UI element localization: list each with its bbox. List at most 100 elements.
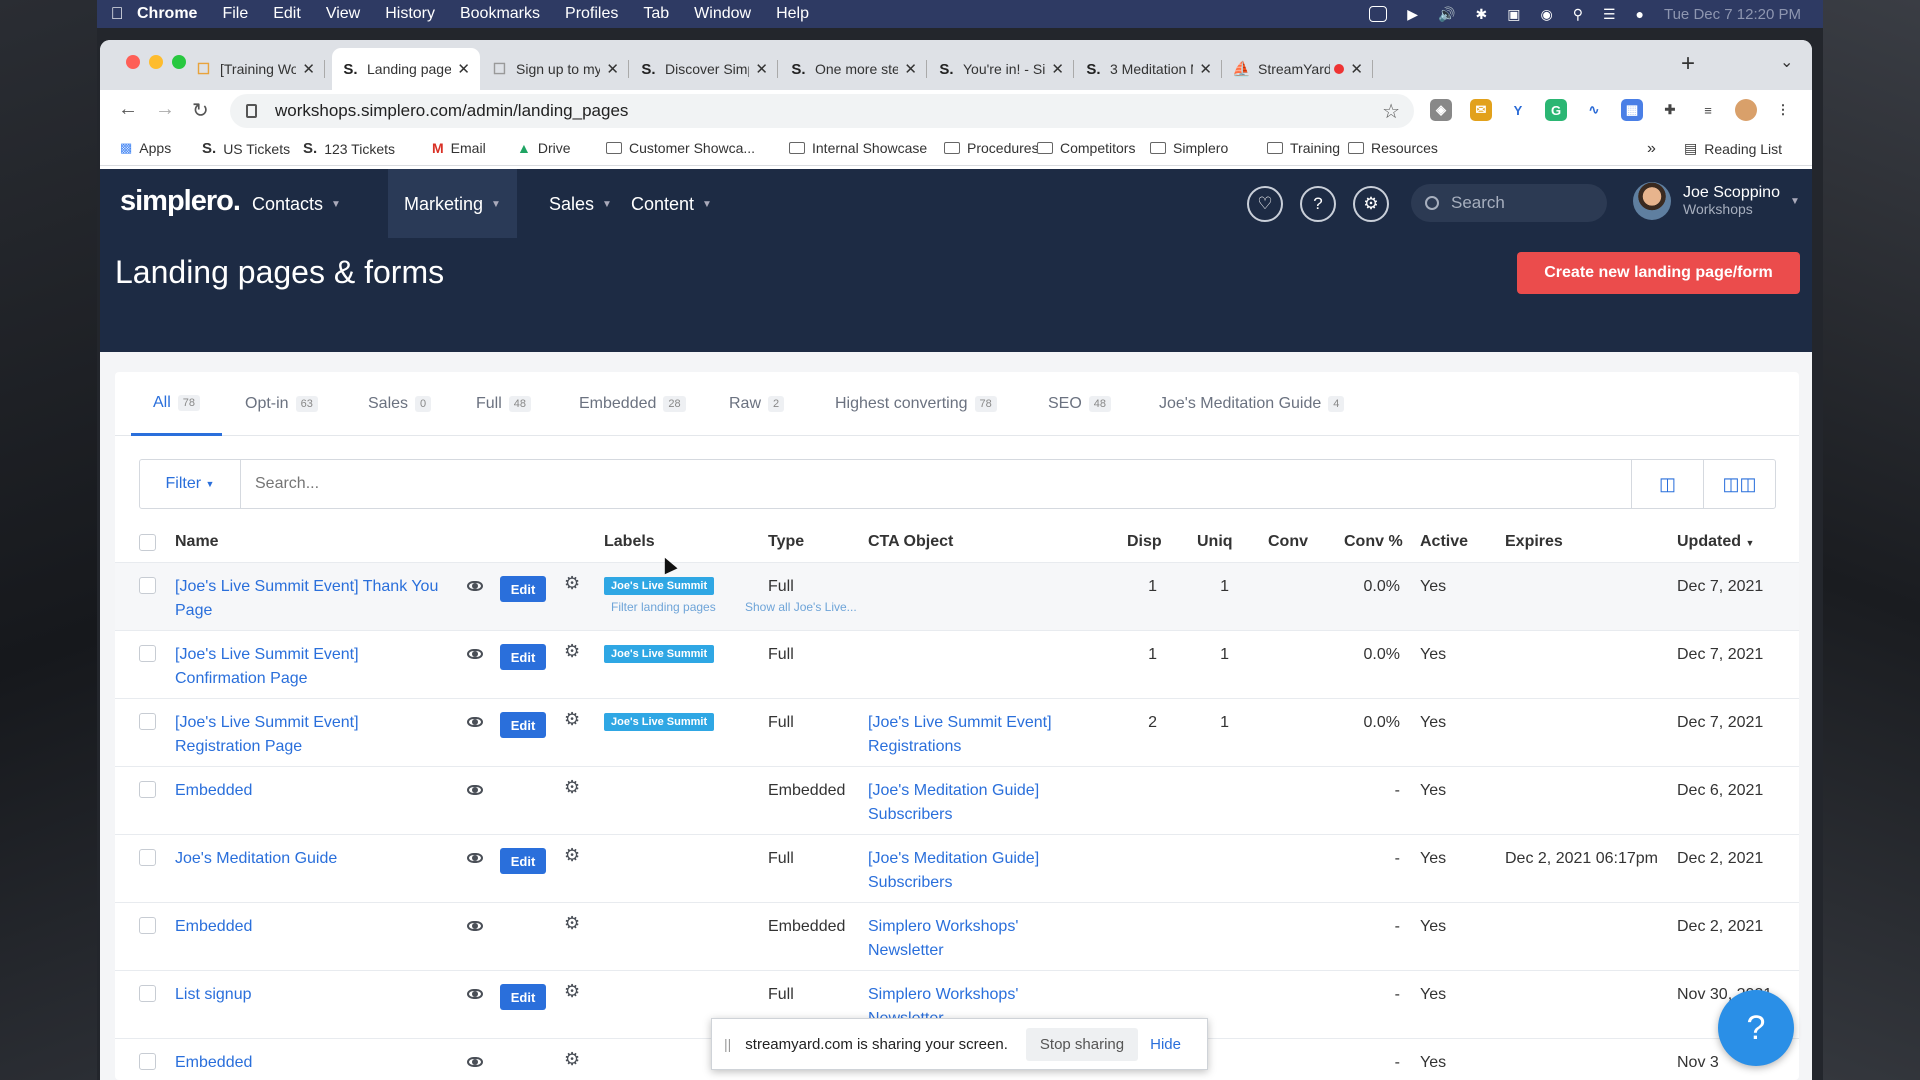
- table-row[interactable]: [Joe's Live Summit Event] Registration Pa…: [115, 698, 1799, 766]
- filter-tab[interactable]: Embedded 28: [579, 372, 686, 436]
- preview-eye-icon[interactable]: [467, 921, 483, 931]
- preview-eye-icon[interactable]: [467, 989, 483, 999]
- filter-tab[interactable]: All 78: [131, 372, 223, 436]
- close-tab-icon[interactable]: ✕: [302, 60, 315, 78]
- row-name-link[interactable]: Joe's Meditation Guide: [175, 847, 445, 871]
- row-cta-object-link[interactable]: [Joe's Meditation Guide] Subscribers: [868, 779, 1039, 827]
- extensions-puzzle-icon[interactable]: ✚: [1659, 99, 1681, 121]
- edit-button[interactable]: Edit: [500, 712, 546, 738]
- filter-tab[interactable]: Raw 2: [729, 372, 785, 436]
- menu-tab[interactable]: Tab: [643, 5, 669, 23]
- bookmark-item[interactable]: S. US Tickets: [202, 140, 290, 157]
- bookmark-item[interactable]: Training: [1267, 140, 1340, 156]
- bookmark-item[interactable]: Simplero: [1150, 140, 1228, 156]
- forward-icon[interactable]: →: [155, 98, 175, 121]
- row-cta-object-link[interactable]: [Joe's Live Summit Event] Registrations: [868, 711, 1052, 759]
- bookmark-item[interactable]: ▩ Apps: [120, 140, 171, 156]
- preview-eye-icon[interactable]: [467, 785, 483, 795]
- filter-tab[interactable]: Sales 0: [368, 372, 432, 436]
- browser-tab[interactable]: ☐ Sign up to my e ✕: [481, 48, 629, 90]
- row-checkbox[interactable]: [139, 713, 156, 730]
- row-name-link[interactable]: List signup: [175, 983, 445, 1007]
- battery-icon[interactable]: ▣: [1507, 6, 1520, 23]
- media-control-icon[interactable]: ≡: [1697, 99, 1719, 121]
- close-tab-icon[interactable]: ✕: [904, 60, 917, 78]
- control-center-icon[interactable]: ☰: [1603, 6, 1616, 23]
- menu-bookmarks[interactable]: Bookmarks: [460, 5, 540, 23]
- browser-tab[interactable]: ⛵ StreamYard ✕: [1223, 48, 1373, 90]
- col-active[interactable]: Active: [1420, 533, 1468, 551]
- nav-sales[interactable]: Sales ▼: [537, 169, 624, 239]
- menu-profiles[interactable]: Profiles: [565, 5, 618, 23]
- bookmark-item[interactable]: Procedures: [944, 140, 1039, 156]
- row-name-link[interactable]: Embedded: [175, 779, 445, 803]
- row-checkbox[interactable]: [139, 849, 156, 866]
- row-name-link[interactable]: Embedded: [175, 915, 445, 939]
- preview-eye-icon[interactable]: [467, 581, 483, 591]
- reload-icon[interactable]: ↻: [192, 98, 209, 123]
- siri-icon[interactable]: ●: [1636, 6, 1644, 22]
- col-uniq[interactable]: Uniq: [1197, 533, 1233, 551]
- nav-content[interactable]: Content ▼: [619, 169, 724, 239]
- row-cta-object-link[interactable]: [Joe's Meditation Guide] Subscribers: [868, 847, 1039, 895]
- col-name[interactable]: Name: [175, 533, 219, 551]
- select-all-checkbox[interactable]: [139, 534, 156, 551]
- show-all-label-link[interactable]: Show all Joe's Live...: [745, 600, 857, 614]
- col-conv[interactable]: Conv: [1268, 533, 1308, 551]
- close-tab-icon[interactable]: ✕: [755, 60, 768, 78]
- row-checkbox[interactable]: [139, 645, 156, 662]
- preview-eye-icon[interactable]: [467, 717, 483, 727]
- help-chat-button[interactable]: ?: [1718, 990, 1794, 1066]
- create-landing-page-button[interactable]: Create new landing page/form: [1517, 252, 1800, 294]
- preview-eye-icon[interactable]: [467, 1057, 483, 1067]
- bookmark-item[interactable]: Customer Showca...: [606, 140, 755, 156]
- row-checkbox[interactable]: [139, 781, 156, 798]
- browser-tab[interactable]: S. Landing pages ✕: [332, 48, 480, 90]
- settings-gear-icon[interactable]: ⚙: [564, 913, 580, 934]
- menu-app-name[interactable]: Chrome: [137, 5, 197, 23]
- favorites-heart-icon[interactable]: ♡: [1247, 186, 1283, 222]
- settings-gear-icon[interactable]: ⚙: [1353, 186, 1389, 222]
- filter-dropdown-button[interactable]: Filter ▼: [140, 460, 241, 508]
- bookmark-item[interactable]: M Email: [432, 140, 486, 156]
- settings-gear-icon[interactable]: ⚙: [564, 981, 580, 1002]
- grammarly-icon[interactable]: G: [1545, 99, 1567, 121]
- settings-gear-icon[interactable]: ⚙: [564, 1049, 580, 1070]
- chrome-menu-icon[interactable]: ⋮: [1772, 99, 1794, 121]
- translate-icon[interactable]: ▦: [1621, 99, 1643, 121]
- label-badge[interactable]: Joe's Live Summit: [604, 577, 715, 595]
- close-window-button[interactable]: [126, 55, 140, 69]
- close-tab-icon[interactable]: ✕: [606, 60, 619, 78]
- close-tab-icon[interactable]: ✕: [1199, 60, 1212, 78]
- filter-tab[interactable]: Full 48: [476, 372, 532, 436]
- menu-clock[interactable]: Tue Dec 7 12:20 PM: [1664, 6, 1801, 23]
- row-checkbox[interactable]: [139, 1053, 156, 1070]
- bookmark-star-icon[interactable]: ☆: [1382, 99, 1400, 124]
- simplero-logo[interactable]: simplero.: [120, 185, 241, 218]
- edit-button[interactable]: Edit: [500, 848, 546, 874]
- close-tab-icon[interactable]: ✕: [1350, 60, 1363, 78]
- tab-search-chevron-icon[interactable]: ⌄: [1780, 52, 1793, 72]
- extension-icon-5[interactable]: ∿: [1583, 99, 1605, 121]
- col-labels[interactable]: Labels: [604, 533, 655, 551]
- edit-button[interactable]: Edit: [500, 576, 546, 602]
- row-checkbox[interactable]: [139, 577, 156, 594]
- browser-tab[interactable]: S. 3 Meditation M ✕: [1075, 48, 1222, 90]
- row-name-link[interactable]: [Joe's Live Summit Event] Thank You Page: [175, 575, 445, 623]
- help-question-icon[interactable]: ?: [1300, 186, 1336, 222]
- bookmark-item[interactable]: Internal Showcase: [789, 140, 927, 156]
- filter-tab[interactable]: SEO 48: [1048, 372, 1112, 436]
- edit-button[interactable]: Edit: [500, 984, 546, 1010]
- table-row[interactable]: [Joe's Live Summit Event] Thank You Page E…: [115, 562, 1799, 630]
- nav-contacts[interactable]: Contacts ▼: [240, 169, 353, 239]
- col-expires[interactable]: Expires: [1505, 533, 1563, 551]
- table-search-input[interactable]: [241, 460, 1631, 508]
- col-conv-percent[interactable]: Conv %: [1344, 533, 1403, 551]
- menu-file[interactable]: File: [222, 5, 248, 23]
- user-menu[interactable]: Joe Scoppino Workshops ▼: [1633, 182, 1800, 220]
- extension-icon-3[interactable]: Y: [1507, 99, 1529, 121]
- bluetooth-icon[interactable]: ✱: [1476, 6, 1488, 23]
- menu-history[interactable]: History: [385, 5, 435, 23]
- minimize-window-button[interactable]: [149, 55, 163, 69]
- drive-status-icon[interactable]: [1369, 6, 1388, 22]
